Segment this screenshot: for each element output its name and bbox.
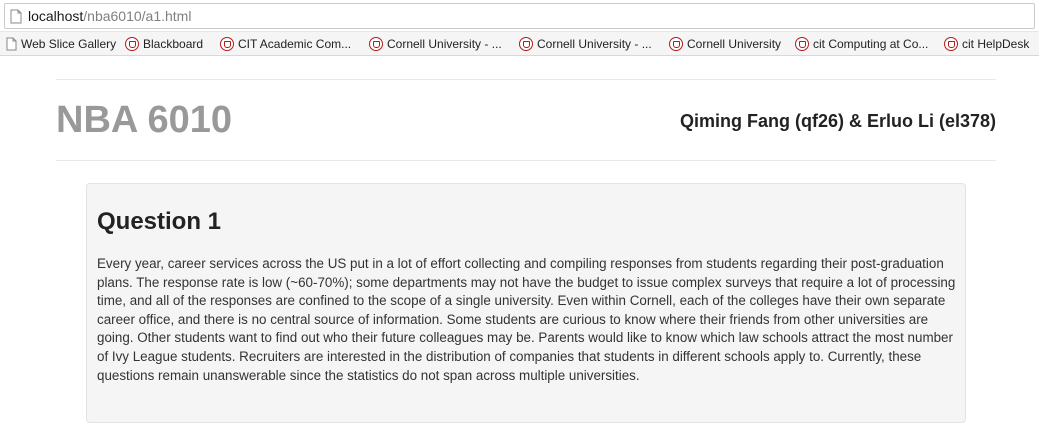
bookmark-cit-academic[interactable]: CIT Academic Com... bbox=[220, 33, 369, 55]
bookmarks-bar: Web Slice Gallery Blackboard CIT Academi… bbox=[0, 32, 1039, 56]
bookmark-cornell-university-3[interactable]: Cornell University bbox=[669, 33, 795, 55]
question-body: Every year, career services across the U… bbox=[97, 256, 956, 383]
divider bbox=[56, 79, 996, 80]
cornell-shield-icon bbox=[669, 36, 683, 51]
bookmark-label: Cornell University - ... bbox=[537, 36, 652, 51]
bookmark-label: cit HelpDesk bbox=[962, 36, 1030, 51]
address-bar: localhost/nba6010/a1.html bbox=[0, 0, 1039, 32]
bookmark-label: Cornell University bbox=[687, 36, 782, 51]
cornell-shield-icon bbox=[944, 36, 958, 51]
cornell-shield-icon bbox=[519, 36, 533, 51]
question-panel: Question 1 Every year, career services a… bbox=[86, 183, 966, 423]
cornell-shield-icon bbox=[369, 36, 383, 51]
bookmark-label: Web Slice Gallery bbox=[21, 36, 117, 51]
site-title: NBA 6010 bbox=[56, 99, 233, 141]
url-field[interactable]: localhost/nba6010/a1.html bbox=[4, 3, 1035, 29]
authors: Qiming Fang (qf26) & Erluo Li (el378) bbox=[679, 111, 996, 131]
page-icon bbox=[6, 37, 17, 51]
question-heading: Question 1 bbox=[97, 208, 222, 235]
divider bbox=[56, 160, 996, 161]
url-text: localhost/nba6010/a1.html bbox=[28, 8, 191, 24]
cornell-shield-icon bbox=[220, 36, 234, 51]
bookmark-web-slice-gallery[interactable]: Web Slice Gallery bbox=[6, 33, 125, 55]
bookmark-cit-helpdesk[interactable]: cit HelpDesk bbox=[944, 33, 1034, 55]
page-content: NBA 6010 Qiming Fang (qf26) & Erluo Li (… bbox=[0, 56, 1039, 423]
bookmark-cit-computing[interactable]: cit Computing at Co... bbox=[795, 33, 944, 55]
bookmark-label: Cornell University - ... bbox=[387, 36, 502, 51]
cornell-shield-icon bbox=[125, 36, 139, 51]
url-host: localhost bbox=[28, 8, 84, 24]
bookmark-label: Blackboard bbox=[143, 36, 204, 51]
cornell-shield-icon bbox=[795, 36, 809, 51]
url-path: /nba6010/a1.html bbox=[83, 8, 192, 24]
bookmark-cornell-university-2[interactable]: Cornell University - ... bbox=[519, 33, 669, 55]
page-icon bbox=[10, 9, 22, 24]
bookmark-blackboard[interactable]: Blackboard bbox=[125, 33, 220, 55]
bookmark-label: CIT Academic Com... bbox=[238, 36, 352, 51]
bookmark-label: cit Computing at Co... bbox=[813, 36, 929, 51]
bookmark-cornell-university-1[interactable]: Cornell University - ... bbox=[369, 33, 519, 55]
